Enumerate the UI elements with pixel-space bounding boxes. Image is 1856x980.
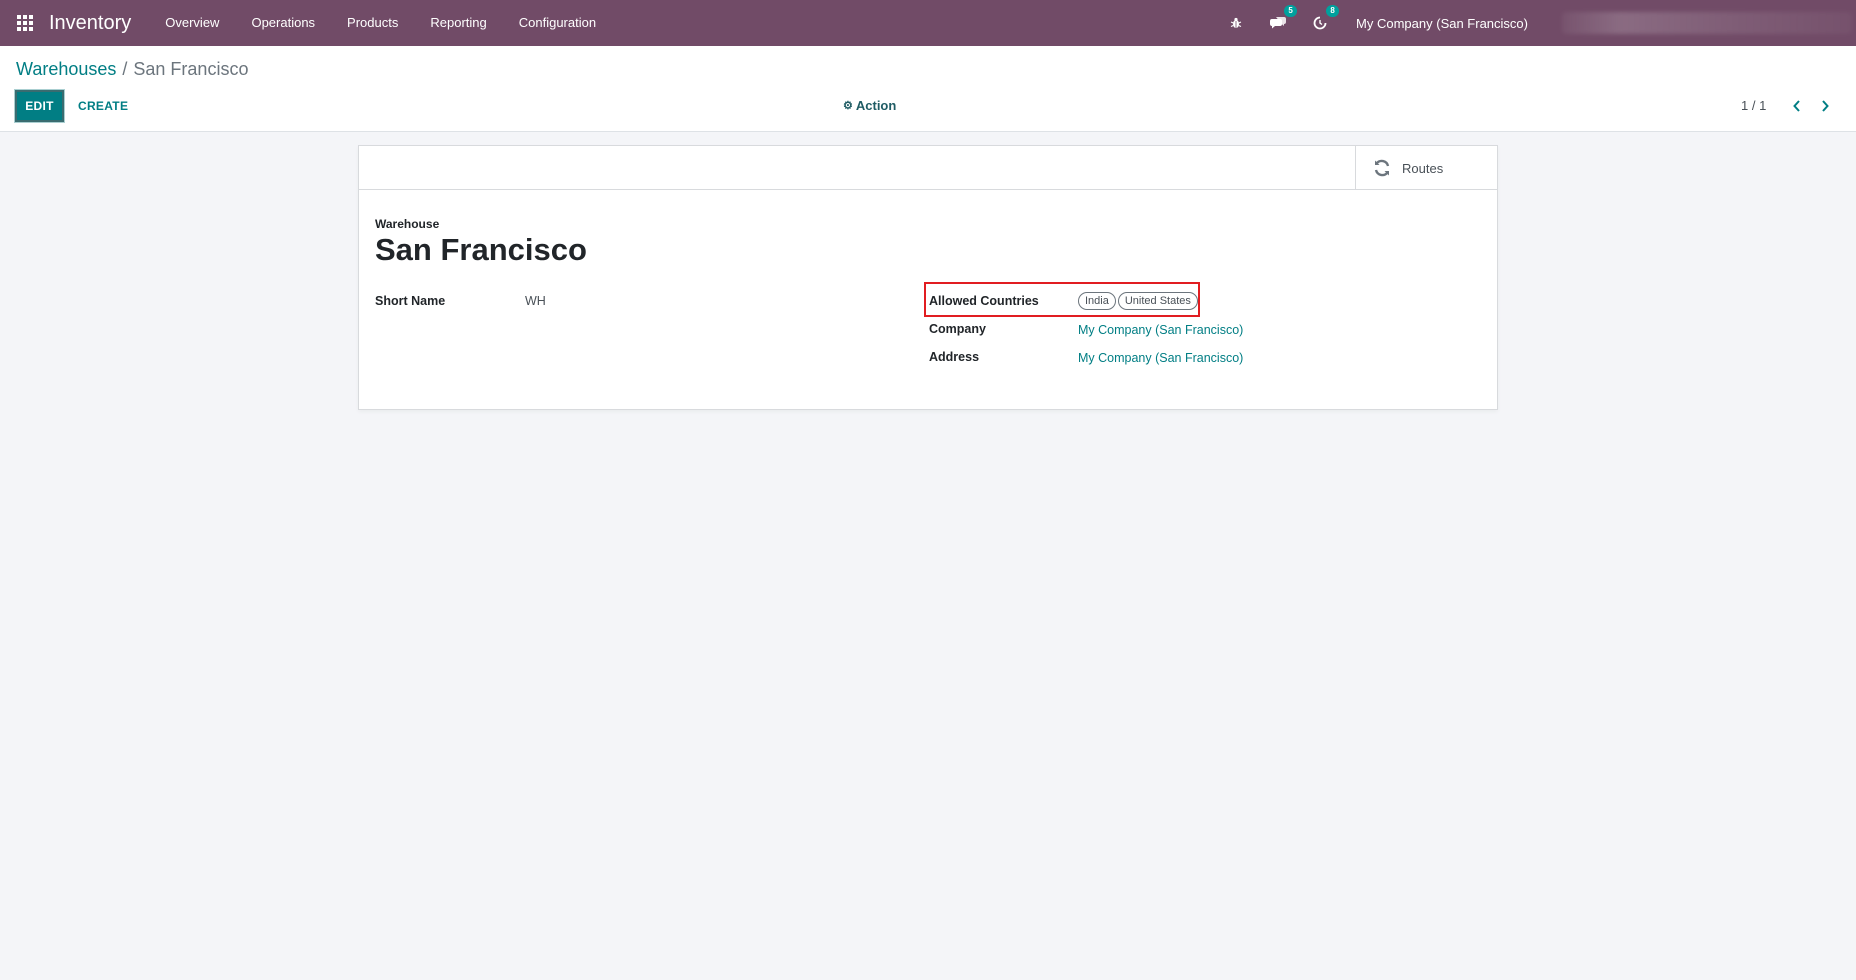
activities-count-badge: 8: [1326, 5, 1340, 17]
action-label: Action: [855, 98, 897, 113]
breadcrumb-warehouses-link[interactable]: Warehouses: [16, 59, 116, 80]
record-type-label: Warehouse: [375, 217, 440, 231]
debug-bug-icon[interactable]: [1226, 13, 1246, 33]
gear-icon: ⚙: [843, 100, 853, 112]
menu-item-products[interactable]: Products: [331, 0, 414, 46]
breadcrumb-separator: /: [122, 59, 128, 79]
systray: 5 8 My Company (San Francisco): [1226, 0, 1856, 46]
pager-previous-button[interactable]: [1787, 96, 1807, 116]
messages-count-badge: 5: [1284, 5, 1298, 17]
chevron-right-icon: [1822, 100, 1829, 112]
top-navbar: Inventory Overview Operations Products R…: [0, 0, 1856, 46]
allowed-countries-label: Allowed Countries: [929, 294, 1039, 308]
routes-smart-button[interactable]: Routes: [1355, 146, 1497, 190]
menu-item-operations[interactable]: Operations: [235, 0, 331, 46]
record-title: San Francisco: [375, 232, 587, 267]
short-name-label: Short Name: [375, 294, 446, 308]
create-button[interactable]: CREATE: [72, 90, 134, 122]
pager-next-button[interactable]: [1815, 96, 1835, 116]
edit-button[interactable]: EDIT: [15, 90, 64, 122]
country-tag-united-states[interactable]: United States: [1117, 292, 1198, 310]
menu-item-overview[interactable]: Overview: [149, 0, 235, 46]
chevron-left-icon: [1793, 100, 1800, 112]
form-sheet: Routes Warehouse San Francisco Short Nam…: [358, 145, 1498, 410]
action-menu-button[interactable]: ⚙ Action: [843, 98, 896, 113]
user-menu-avatar[interactable]: [1562, 12, 1852, 34]
apps-grid-icon[interactable]: [15, 13, 35, 33]
routes-label: Routes: [1402, 160, 1444, 176]
company-switcher[interactable]: My Company (San Francisco): [1356, 16, 1528, 31]
refresh-icon: [1372, 158, 1392, 178]
breadcrumb: Warehouses / San Francisco: [16, 59, 248, 80]
smart-button-box: Routes: [359, 146, 1497, 190]
app-name[interactable]: Inventory: [49, 12, 131, 35]
pager-value[interactable]: 1 / 1: [1741, 98, 1766, 113]
country-tag-india[interactable]: India: [1078, 292, 1116, 310]
control-panel: Warehouses / San Francisco EDIT CREATE ⚙…: [0, 46, 1856, 132]
activity-clock-icon[interactable]: 8: [1310, 5, 1340, 33]
messaging-chat-icon[interactable]: 5: [1268, 5, 1298, 33]
main-menu: Overview Operations Products Reporting C…: [149, 0, 612, 46]
short-name-value: WH: [525, 294, 546, 308]
address-label: Address: [929, 350, 980, 364]
allowed-countries-tags: India United States: [1078, 292, 1198, 310]
menu-item-reporting[interactable]: Reporting: [414, 0, 502, 46]
menu-item-configuration[interactable]: Configuration: [503, 0, 612, 46]
address-link[interactable]: My Company (San Francisco): [1078, 351, 1243, 365]
company-link[interactable]: My Company (San Francisco): [1078, 323, 1243, 337]
company-label: Company: [929, 322, 986, 336]
breadcrumb-current: San Francisco: [133, 59, 249, 79]
